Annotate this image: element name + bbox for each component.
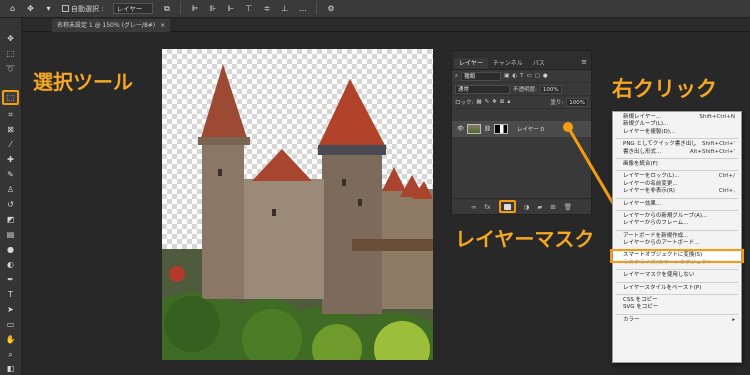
menu-item[interactable]: 画像を統合(F): [613, 161, 741, 168]
menu-item-label: PNG としてクイック書き出し: [623, 141, 697, 148]
menu-item-label: スマートオブジェクトに変換(S): [623, 252, 703, 259]
menu-item[interactable]: アートボードを新規作成...: [613, 233, 741, 240]
menu-separator: [616, 269, 738, 271]
menu-item[interactable]: レイヤーマスクを使用しない: [613, 272, 741, 279]
menu-item-shortcut: Ctrl+/: [718, 173, 735, 180]
menu-item-shortcut: Ctrl+,: [718, 188, 735, 195]
menu-item[interactable]: レイヤースタイルをペースト(P): [613, 285, 741, 292]
menu-item[interactable]: 書き出し形式... Alt+Shift+Ctrl+': [613, 149, 741, 156]
menu-item-label: ラスタライズ/スマートオブジェクト: [623, 259, 713, 266]
menu-item-label: レイヤーをロック(L)...: [623, 173, 680, 180]
menu-item-label: 書き出し形式...: [623, 148, 662, 155]
menu-item-shortcut: Alt+Shift+Ctrl+': [689, 148, 735, 155]
menu-separator: [616, 197, 738, 199]
menu-item[interactable]: レイヤーをロック(L)... Ctrl+/: [613, 173, 741, 180]
menu-item[interactable]: レイヤー効果...: [613, 201, 741, 208]
menu-item-label: レイヤーを非表示(R): [623, 188, 675, 195]
menu-item-label: 新規グループ(L)...: [623, 121, 669, 128]
menu-item-label: 画像を統合(F): [623, 160, 658, 167]
menu-item[interactable]: 新規グループ(L)...: [613, 121, 741, 128]
menu-separator: [616, 313, 738, 315]
menu-item-label: レイヤーマスクを使用しない: [623, 272, 695, 279]
menu-item-label: レイヤーを複製(D)...: [623, 128, 676, 135]
menu-separator: [616, 209, 738, 211]
menu-item-label: カラー: [623, 316, 640, 323]
menu-item-label: SVG をコピー: [623, 304, 659, 311]
menu-separator: [616, 281, 738, 283]
menu-item-shortcut: Shift+Ctrl+': [701, 141, 735, 148]
menu-item[interactable]: PNG としてクイック書き出し Shift+Ctrl+': [613, 141, 741, 148]
menu-separator: [616, 138, 738, 140]
menu-item-label: レイヤー効果...: [623, 200, 662, 207]
menu-item-convert-smart-object[interactable]: スマートオブジェクトに変換(S): [610, 249, 744, 264]
menu-item-shortcut: ▸: [732, 316, 735, 323]
menu-item-label: レイヤーからのアートボード...: [623, 240, 700, 247]
menu-item[interactable]: レイヤーからのアートボード...: [613, 240, 741, 247]
menu-item-shortcut: Shift+Ctrl+N: [699, 114, 735, 120]
menu-item[interactable]: レイヤーからのフレーム...: [613, 220, 741, 227]
menu-separator: [616, 170, 738, 172]
menu-separator: [616, 294, 738, 296]
menu-item-label: アートボードを新規作成...: [623, 232, 689, 239]
menu-separator: [616, 157, 738, 159]
menu-item[interactable]: レイヤーを非表示(R) Ctrl+,: [613, 188, 741, 195]
menu-item[interactable]: レイヤーを複製(D)...: [613, 129, 741, 136]
menu-item-label: レイヤースタイルをペースト(P): [623, 284, 702, 291]
menu-separator: [616, 249, 738, 251]
menu-item-label: レイヤーからのフレーム...: [623, 220, 689, 227]
menu-separator: [616, 229, 738, 231]
menu-item[interactable]: カラー ▸: [613, 317, 741, 324]
menu-item[interactable]: ラスタライズ/スマートオブジェクト: [613, 260, 741, 267]
context-menu: 新規レイヤー... Shift+Ctrl+N 新規グループ(L)... レイヤーを複製…: [610, 111, 744, 363]
menu-item[interactable]: SVG をコピー: [613, 304, 741, 311]
